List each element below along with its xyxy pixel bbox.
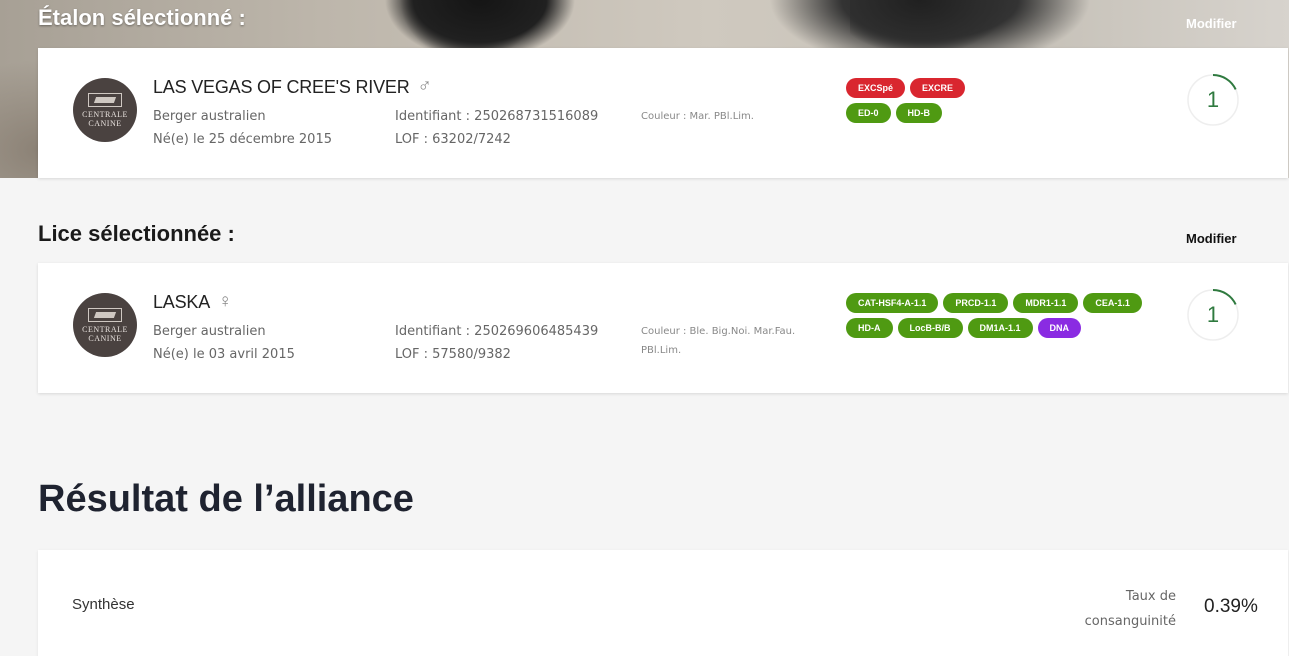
- stallion-identifier: Identifiant : 250268731516089: [395, 109, 599, 124]
- test-badge[interactable]: DM1A-1.1: [967, 318, 1033, 338]
- dam-breed: Berger australien: [153, 324, 266, 339]
- logo-text-2: CANINE: [88, 118, 122, 128]
- logo-dog-mark: [88, 92, 122, 107]
- centrale-canine-logo: CENTRALE CANINE: [73, 293, 137, 357]
- dam-birth: Né(e) le 03 avril 2015: [153, 347, 295, 362]
- inbreeding-rate-label: Taux de consanguinité: [1078, 584, 1176, 634]
- result-title: Résultat de l’alliance: [38, 478, 414, 520]
- stallion-score-value: 1: [1206, 87, 1220, 112]
- dog-ear-left: [385, 0, 575, 48]
- test-badge[interactable]: HD-A: [846, 318, 893, 338]
- test-badge[interactable]: EXCRE: [910, 78, 966, 98]
- test-badge[interactable]: LocB-B/B: [897, 318, 963, 338]
- dam-score: 1: [1186, 288, 1240, 342]
- dam-color-line2: PBl.Lim.: [641, 345, 682, 356]
- test-badge[interactable]: HD-B: [895, 103, 943, 123]
- female-icon: ♀: [218, 291, 233, 312]
- dam-card: CENTRALE CANINE LASKA ♀ Berger australie…: [38, 263, 1288, 393]
- dam-badges: CAT-HSF4-A-1.1 PRCD-1.1 MDR1-1.1 CEA-1.1 HD-…: [846, 293, 1176, 338]
- logo-text-1: CENTRALE: [82, 324, 128, 334]
- dam-identifier: Identifiant : 250269606485439: [395, 324, 599, 339]
- stallion-modify-button[interactable]: Modifier: [1186, 16, 1237, 31]
- stallion-birth: Né(e) le 25 décembre 2015: [153, 132, 332, 147]
- stallion-score: 1: [1186, 73, 1240, 127]
- dam-modify-button[interactable]: Modifier: [1186, 231, 1237, 246]
- stallion-breed: Berger australien: [153, 109, 266, 124]
- synthesis-card: Synthèse Taux de consanguinité 0.39%: [38, 550, 1288, 656]
- dam-section-title: Lice sélectionnée :: [38, 221, 235, 246]
- test-badge[interactable]: PRCD-1.1: [943, 293, 1009, 313]
- inbreeding-rate-label-line1: Taux de: [1125, 589, 1176, 604]
- dam-name-row: LASKA ♀: [153, 291, 232, 313]
- dam-name[interactable]: LASKA: [153, 292, 210, 313]
- stallion-color: Couleur : Mar. PBl.Lim.: [641, 111, 754, 122]
- test-badge[interactable]: ED-0: [846, 103, 891, 123]
- logo-dog-mark: [88, 307, 122, 322]
- test-badge[interactable]: EXCSpé: [846, 78, 906, 98]
- dam-lof: LOF : 57580/9382: [395, 347, 511, 362]
- stallion-name[interactable]: LAS VEGAS OF CREE'S RIVER: [153, 77, 410, 98]
- centrale-canine-logo: CENTRALE CANINE: [73, 78, 137, 142]
- stallion-card: CENTRALE CANINE LAS VEGAS OF CREE'S RIVE…: [38, 48, 1288, 178]
- male-icon: ♂: [417, 76, 432, 97]
- inbreeding-rate-label-line2: consanguinité: [1084, 614, 1176, 629]
- stallion-section-title: Étalon sélectionné :: [38, 5, 246, 30]
- logo-text-1: CENTRALE: [82, 109, 128, 119]
- dog-ear-right: [850, 0, 1020, 48]
- test-badge[interactable]: CAT-HSF4-A-1.1: [846, 293, 939, 313]
- test-badge[interactable]: CEA-1.1: [1083, 293, 1142, 313]
- synthesis-label: Synthèse: [72, 596, 135, 613]
- test-badge[interactable]: MDR1-1.1: [1013, 293, 1079, 313]
- stallion-name-row: LAS VEGAS OF CREE'S RIVER ♂: [153, 76, 432, 98]
- test-badge[interactable]: DNA: [1037, 318, 1082, 338]
- logo-text-2: CANINE: [88, 333, 122, 343]
- dam-score-value: 1: [1206, 302, 1220, 327]
- inbreeding-rate-value: 0.39%: [1204, 596, 1258, 617]
- stallion-badges: EXCSpé EXCRE ED-0 HD-B: [846, 78, 966, 123]
- dam-color-line1: Couleur : Ble. Big.Noi. Mar.Fau.: [641, 326, 796, 337]
- stallion-lof: LOF : 63202/7242: [395, 132, 511, 147]
